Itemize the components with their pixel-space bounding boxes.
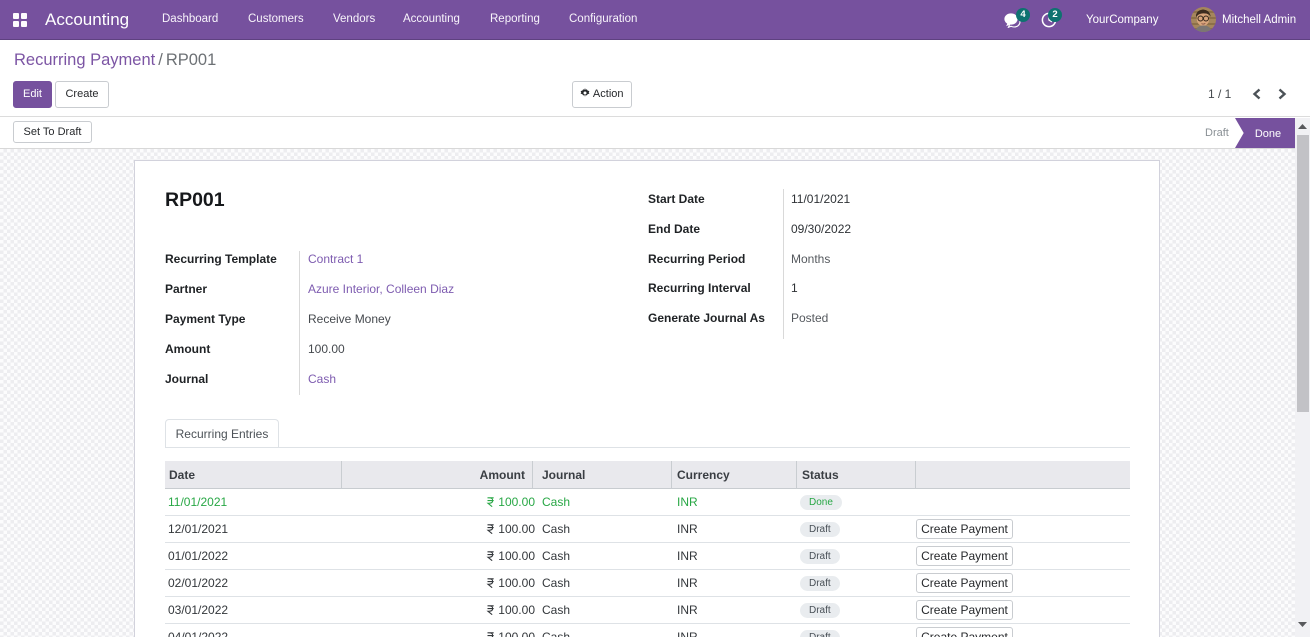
svg-text:Done: Done bbox=[1255, 128, 1281, 140]
